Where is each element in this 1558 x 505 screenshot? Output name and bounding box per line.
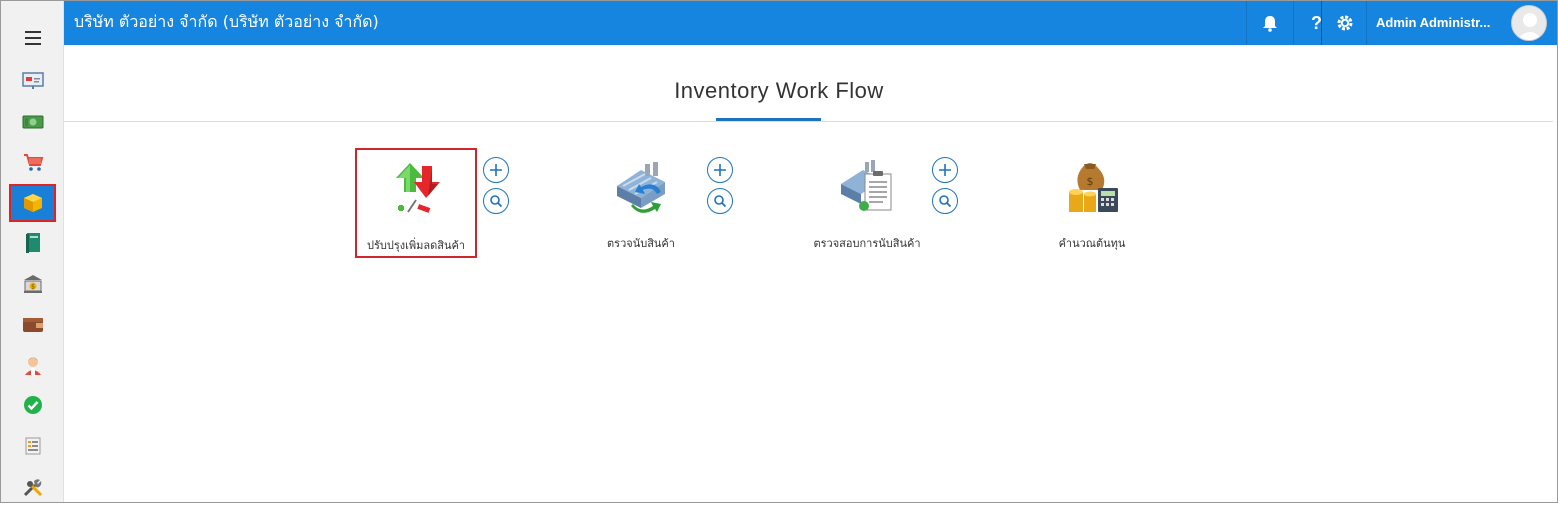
page-title: Inventory Work Flow	[674, 78, 884, 103]
sidebar-item-sales[interactable]	[9, 144, 56, 180]
shopping-cart-icon	[23, 154, 43, 171]
settings-gear[interactable]	[1321, 1, 1367, 45]
search-icon	[490, 195, 503, 208]
workflow-label: ตรวจนับสินค้า	[607, 237, 675, 250]
sidebar: $	[1, 1, 64, 502]
sidebar-item-ledger[interactable]	[9, 225, 56, 261]
count-check-icon	[841, 160, 892, 211]
workflow-item-count-check[interactable]: ตรวจสอบการนับสินค้า	[806, 148, 928, 258]
plus-icon	[714, 164, 726, 176]
workflow-item-stock-count[interactable]: ตรวจนับสินค้า	[580, 148, 702, 258]
notifications-button[interactable]	[1246, 1, 1292, 45]
stock-adjust-search-button[interactable]	[483, 188, 509, 214]
user-people-icon	[24, 357, 41, 375]
workflow-label: ตรวจสอบการนับสินค้า	[813, 237, 921, 250]
stock-count-search-button[interactable]	[707, 188, 733, 214]
workflow-label: คำนวณต้นทุน	[1058, 237, 1126, 250]
top-header: บริษัท ตัวอย่าง จำกัด (บริษัท ตัวอย่าง จ…	[64, 1, 1557, 45]
user-avatar-icon	[1517, 13, 1543, 40]
title-divider	[64, 121, 1553, 122]
stock-adjust-icon	[396, 163, 440, 213]
sidebar-item-bank[interactable]: $	[9, 266, 56, 302]
user-name[interactable]: Admin Administr...	[1376, 1, 1490, 45]
stock-count-icon	[617, 162, 665, 213]
plus-icon	[939, 164, 951, 176]
svg-text:$: $	[1087, 175, 1094, 188]
stock-count-add-button[interactable]	[707, 157, 733, 183]
gear-icon	[1337, 15, 1352, 31]
avatar[interactable]	[1511, 5, 1547, 41]
sidebar-item-finance[interactable]	[9, 104, 56, 140]
sidebar-item-documents[interactable]	[9, 428, 56, 464]
cost-calc-icon: $	[1069, 163, 1118, 212]
sidebar-item-wallet[interactable]	[9, 306, 56, 342]
search-icon	[714, 195, 727, 208]
stock-adjust-add-button[interactable]	[483, 157, 509, 183]
sidebar-item-tools[interactable]	[9, 469, 56, 505]
company-name: บริษัท ตัวอย่าง จำกัด (บริษัท ตัวอย่าง จ…	[74, 12, 379, 31]
sidebar-item-people[interactable]	[9, 347, 56, 383]
title-underline	[716, 118, 821, 121]
search-icon	[939, 195, 952, 208]
count-check-search-button[interactable]	[932, 188, 958, 214]
approve-check-icon	[23, 396, 42, 414]
hamburger-menu-icon[interactable]	[25, 31, 41, 45]
money-icon	[22, 115, 43, 129]
sidebar-item-inventory[interactable]	[9, 184, 56, 222]
count-check-add-button[interactable]	[932, 157, 958, 183]
inventory-box-icon	[23, 194, 42, 212]
svg-text:$: $	[31, 284, 35, 291]
app-frame	[0, 0, 1558, 503]
tools-icon	[23, 479, 42, 497]
plus-icon	[490, 164, 502, 176]
workflow-item-stock-adjust[interactable]: ปรับปรุงเพิ่มลดสินค้า	[355, 148, 477, 258]
document-list-icon	[25, 437, 40, 455]
sidebar-item-approval[interactable]	[9, 387, 56, 423]
ledger-book-icon	[25, 233, 40, 253]
workflow-label: ปรับปรุงเพิ่มลดสินค้า	[366, 239, 466, 252]
wallet-icon	[22, 318, 43, 332]
bank-icon: $	[23, 275, 42, 293]
workflow-item-cost-calc[interactable]: $ คำนวณต้นทุน	[1031, 148, 1153, 258]
bell-icon	[1262, 16, 1277, 32]
